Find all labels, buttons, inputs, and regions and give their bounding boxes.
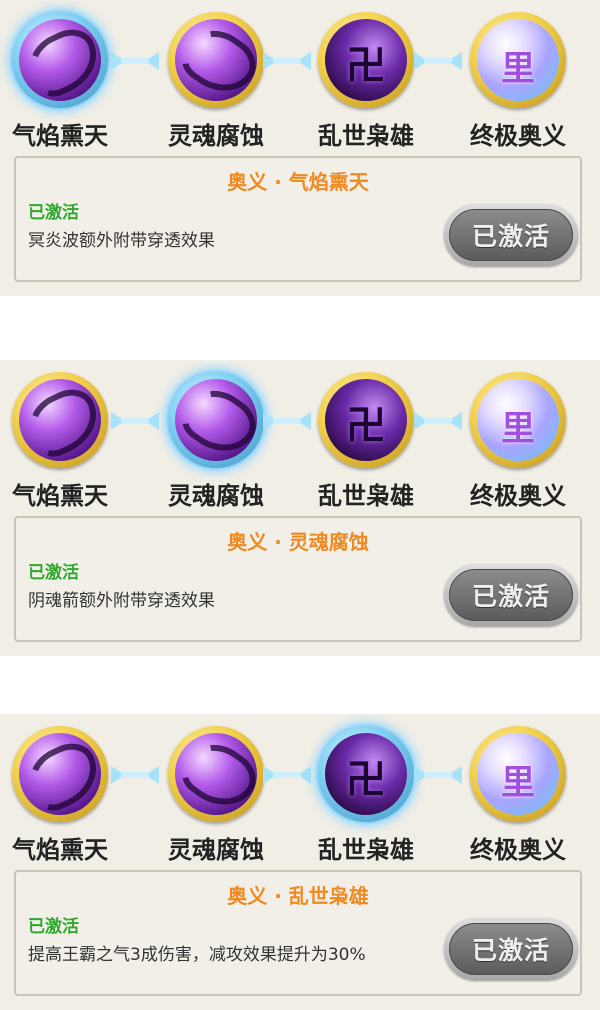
skill-info-box: 奥义 · 灵魂腐蚀 已激活 阴魂箭额外附带穿透效果 已激活	[14, 516, 582, 642]
skill-row: 气焰熏天 灵魂腐蚀 卍 乱世枭雄 里 终极奥义	[0, 372, 600, 510]
ultimate-orb-icon[interactable]: 里	[470, 726, 566, 822]
skill-name: 乱世枭雄	[318, 122, 414, 150]
ultimate-orb-icon[interactable]: 里	[470, 372, 566, 468]
soul-corrosion-icon[interactable]	[168, 372, 264, 468]
link-connector-icon	[414, 52, 462, 70]
status-label: 已激活	[28, 917, 79, 937]
activated-button[interactable]: 已激活	[444, 564, 578, 626]
skill-zhongji[interactable]: 里 终极奥义	[458, 372, 578, 510]
dark-rune-icon[interactable]: 卍	[318, 12, 414, 108]
link-connector-icon	[414, 412, 462, 430]
activated-button[interactable]: 已激活	[444, 918, 578, 980]
soul-corrosion-icon[interactable]	[168, 726, 264, 822]
skill-description: 阴魂箭额外附带穿透效果	[28, 591, 215, 611]
skill-luanshi[interactable]: 卍 乱世枭雄	[306, 372, 426, 510]
status-label: 已激活	[28, 563, 79, 583]
skill-title: 奥义 · 灵魂腐蚀	[227, 530, 369, 554]
skill-linghun[interactable]: 灵魂腐蚀	[156, 726, 276, 864]
skill-name: 终极奥义	[470, 482, 566, 510]
skill-name: 灵魂腐蚀	[168, 836, 264, 864]
skill-linghun[interactable]: 灵魂腐蚀	[156, 372, 276, 510]
link-connector-icon	[111, 412, 159, 430]
flame-swirl-icon[interactable]	[12, 372, 108, 468]
skill-name: 灵魂腐蚀	[168, 482, 264, 510]
skill-title: 奥义 · 乱世枭雄	[227, 884, 369, 908]
skill-description: 冥炎波额外附带穿透效果	[28, 231, 215, 251]
skill-name: 乱世枭雄	[318, 482, 414, 510]
ultimate-glyph: 里	[501, 763, 535, 803]
skill-name: 气焰熏天	[12, 836, 108, 864]
skill-name: 终极奥义	[470, 122, 566, 150]
link-connector-icon	[263, 52, 311, 70]
status-label: 已激活	[28, 203, 79, 223]
skill-luanshi[interactable]: 卍 乱世枭雄	[306, 12, 426, 150]
skill-qiyan[interactable]: 气焰熏天	[0, 726, 120, 864]
skill-panel-3: 气焰熏天 灵魂腐蚀 卍 乱世枭雄 里 终极奥义 奥义 · 乱世枭雄 已激活 提高…	[0, 714, 600, 1010]
soul-corrosion-icon[interactable]	[168, 12, 264, 108]
skill-qiyan[interactable]: 气焰熏天	[0, 12, 120, 150]
skill-description: 提高王霸之气3成伤害，减攻效果提升为30%	[28, 945, 366, 965]
skill-info-box: 奥义 · 乱世枭雄 已激活 提高王霸之气3成伤害，减攻效果提升为30% 已激活	[14, 870, 582, 996]
ultimate-glyph: 里	[501, 49, 535, 89]
ultimate-glyph: 里	[501, 409, 535, 449]
link-connector-icon	[263, 412, 311, 430]
skill-zhongji[interactable]: 里 终极奥义	[458, 726, 578, 864]
flame-swirl-icon[interactable]	[12, 12, 108, 108]
skill-panel-1: 气焰熏天 灵魂腐蚀 卍 乱世枭雄 里 终极奥义 奥义 · 气焰熏天 已激活 冥炎…	[0, 0, 600, 296]
skill-zhongji[interactable]: 里 终极奥义	[458, 12, 578, 150]
skill-name: 终极奥义	[470, 836, 566, 864]
dark-rune-icon[interactable]: 卍	[318, 372, 414, 468]
activated-button[interactable]: 已激活	[444, 204, 578, 266]
link-connector-icon	[111, 766, 159, 784]
skill-title: 奥义 · 气焰熏天	[227, 170, 369, 194]
link-connector-icon	[263, 766, 311, 784]
skill-name: 乱世枭雄	[318, 836, 414, 864]
skill-row: 气焰熏天 灵魂腐蚀 卍 乱世枭雄 里 终极奥义	[0, 726, 600, 864]
skill-linghun[interactable]: 灵魂腐蚀	[156, 12, 276, 150]
skill-info-box: 奥义 · 气焰熏天 已激活 冥炎波额外附带穿透效果 已激活	[14, 156, 582, 282]
skill-row: 气焰熏天 灵魂腐蚀 卍 乱世枭雄 里 终极奥义	[0, 12, 600, 150]
skill-panel-2: 气焰熏天 灵魂腐蚀 卍 乱世枭雄 里 终极奥义 奥义 · 灵魂腐蚀 已激活 阴魂…	[0, 360, 600, 656]
link-connector-icon	[414, 766, 462, 784]
link-connector-icon	[111, 52, 159, 70]
skill-name: 气焰熏天	[12, 482, 108, 510]
skill-qiyan[interactable]: 气焰熏天	[0, 372, 120, 510]
flame-swirl-icon[interactable]	[12, 726, 108, 822]
skill-name: 气焰熏天	[12, 122, 108, 150]
skill-luanshi[interactable]: 卍 乱世枭雄	[306, 726, 426, 864]
dark-rune-icon[interactable]: 卍	[318, 726, 414, 822]
ultimate-orb-icon[interactable]: 里	[470, 12, 566, 108]
skill-name: 灵魂腐蚀	[168, 122, 264, 150]
